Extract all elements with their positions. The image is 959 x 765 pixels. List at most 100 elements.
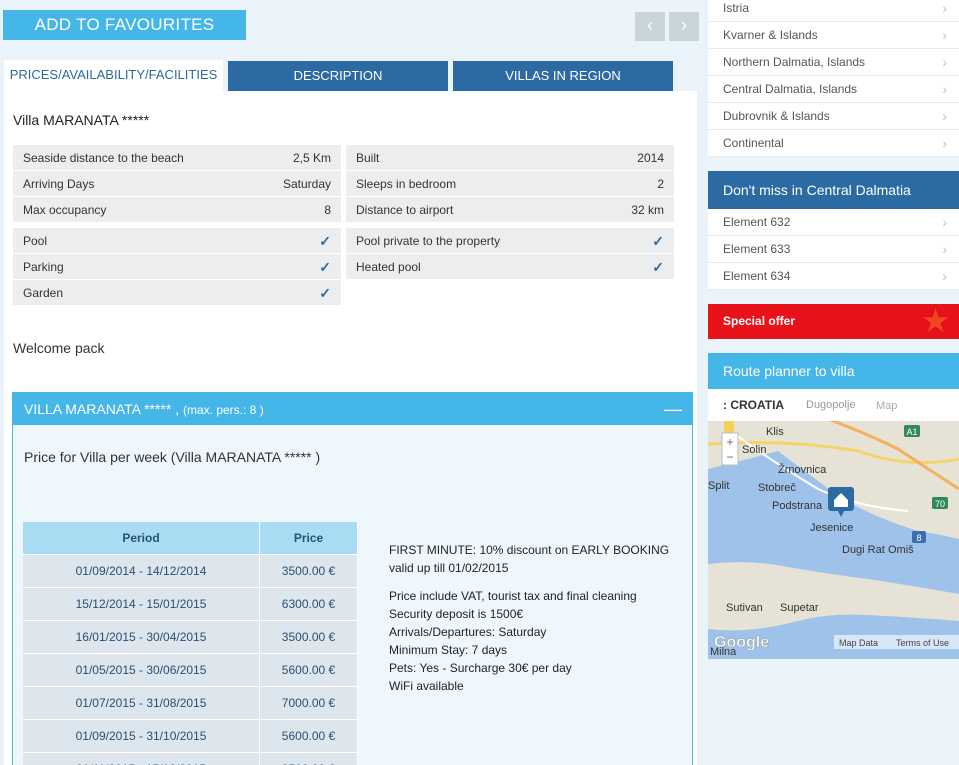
place-label: Solin [742, 444, 766, 456]
dont-miss-item[interactable]: Element 633 › [708, 236, 959, 263]
chevron-right-icon: › [942, 27, 947, 43]
pets-note: Pets: Yes - Surcharge 30€ per day [389, 661, 572, 675]
facilities-right: Pool private to the property ✓ Heated poo… [346, 228, 674, 280]
place-label: Omiš [888, 544, 914, 556]
special-offer-label: Special offer [723, 314, 796, 328]
checkmark-icon: ✓ [652, 259, 664, 275]
google-logo: Google [714, 634, 769, 651]
add-to-favourites-button[interactable]: ADD TO FAVOURITES [3, 10, 246, 40]
info-label: Arriving Days [23, 177, 95, 191]
price-cell: 6300.00 € [259, 586, 358, 620]
price-box-title: VILLA MARANATA ***** , [24, 401, 180, 417]
price-cell: 3500.00 € [259, 751, 358, 765]
region-item[interactable]: Kvarner & Islands › [708, 22, 959, 49]
facility-row: Pool private to the property ✓ [346, 228, 674, 254]
min-stay-note: Minimum Stay: 7 days [389, 643, 508, 657]
region-item[interactable]: Continental › [708, 130, 959, 157]
table-row: 01/09/2015 - 31/10/2015 5600.00 € [23, 718, 358, 752]
facility-label: Heated pool [356, 260, 421, 274]
price-box-header[interactable]: VILLA MARANATA ***** , (max. pers.: 8 ) … [13, 393, 692, 425]
region-label: Dubrovnik & Islands [723, 109, 830, 123]
info-value: 8 [324, 203, 331, 217]
special-offer-banner[interactable]: Special offer ★ [708, 304, 959, 339]
period-cell: 15/12/2014 - 15/01/2015 [23, 586, 260, 620]
map-type-select[interactable]: Map [876, 400, 897, 412]
info-row: Max occupancy 8 [13, 197, 341, 223]
country-label: : CROATIA [723, 398, 784, 412]
info-label: Built [356, 151, 380, 165]
previous-villa-button[interactable]: ‹ [635, 12, 665, 41]
chevron-right-icon: › [681, 15, 687, 35]
period-cell: 01/09/2014 - 14/12/2014 [23, 553, 260, 587]
road-label: A1 [906, 427, 917, 437]
region-item[interactable]: Istria › [708, 0, 959, 22]
welcome-pack-text: Welcome pack [13, 340, 105, 356]
first-minute-note: FIRST MINUTE: 10% discount on EARLY BOOK… [389, 543, 670, 557]
facility-row: Heated pool ✓ [346, 254, 674, 280]
dont-miss-item[interactable]: Element 632 › [708, 209, 959, 236]
zoom-in-button[interactable]: + [726, 435, 733, 449]
table-row: 15/12/2014 - 15/01/2015 6300.00 € [23, 586, 358, 620]
chevron-right-icon: › [942, 135, 947, 151]
region-label: Kvarner & Islands [723, 28, 818, 42]
tab-villas-in-region[interactable]: VILLAS IN REGION [453, 61, 673, 91]
facility-label: Pool private to the property [356, 234, 501, 248]
period-cell: 16/01/2015 - 30/04/2015 [23, 619, 260, 653]
info-row: Built 2014 [346, 145, 674, 171]
price-cell: 3500.00 € [259, 619, 358, 653]
table-row: 01/11/2015 - 15/12/20153500.00 € [23, 751, 358, 765]
terms-of-use-link[interactable]: Terms of Use [896, 638, 949, 648]
info-value: 2 [657, 177, 664, 191]
dont-miss-item[interactable]: Element 634 › [708, 263, 959, 290]
facility-row: Parking ✓ [13, 254, 341, 280]
dont-miss-label: Element 634 [723, 269, 791, 283]
region-label: Istria [723, 1, 750, 15]
period-cell: 01/07/2015 - 31/08/2015 [23, 685, 260, 719]
place-label: Supetar [780, 602, 819, 614]
facility-label: Garden [23, 286, 64, 300]
tab-description[interactable]: DESCRIPTION [228, 61, 448, 91]
region-item[interactable]: Central Dalmatia, Islands › [708, 76, 959, 103]
info-label: Max occupancy [23, 203, 107, 217]
route-map[interactable]: : CROATIA Dugopolje Map + − Klis Solin Ž… [708, 389, 959, 659]
place-label: Stobreč [758, 482, 796, 494]
chevron-right-icon: › [942, 81, 947, 97]
info-row: Seaside distance to the beach 2,5 Km [13, 145, 341, 171]
valid-until-note: valid up till 01/02/2015 [389, 561, 509, 575]
location-select[interactable]: Dugopolje [806, 399, 856, 411]
wifi-note: WiFi available [389, 679, 464, 693]
price-notes: FIRST MINUTE: 10% discount on EARLY BOOK… [389, 541, 669, 695]
region-label: Northern Dalmatia, Islands [723, 55, 866, 69]
map-canvas[interactable]: : CROATIA Dugopolje Map + − Klis Solin Ž… [708, 389, 959, 659]
region-list: Istria › Kvarner & Islands › Northern Dalm… [708, 0, 959, 157]
info-label: Seaside distance to the beach [23, 151, 184, 165]
price-title: Price for Villa per week (Villa MARANATA… [24, 449, 321, 465]
collapse-icon[interactable]: — [664, 393, 682, 425]
region-label: Central Dalmatia, Islands [723, 82, 858, 96]
price-box: VILLA MARANATA ***** , (max. pers.: 8 ) … [12, 392, 693, 765]
region-item[interactable]: Dubrovnik & Islands › [708, 103, 959, 130]
region-item[interactable]: Northern Dalmatia, Islands › [708, 49, 959, 76]
column-header-period: Period [23, 522, 260, 554]
road-label: 8 [916, 533, 921, 543]
table-row: 01/05/2015 - 30/06/2015 5600.00 € [23, 652, 358, 686]
next-villa-button[interactable]: › [669, 12, 699, 41]
dont-miss-header: Don't miss in Central Dalmatia [708, 171, 959, 209]
info-value: 32 km [631, 203, 664, 217]
info-label: Sleeps in bedroom [356, 177, 457, 191]
zoom-out-button[interactable]: − [726, 450, 733, 464]
deposit-note: Security deposit is 1500€ [389, 607, 524, 621]
tab-prices-availability-facilities[interactable]: PRICES/AVAILABILITY/FACILITIES [4, 60, 223, 92]
road-label: 70 [935, 499, 945, 509]
route-planner-header: Route planner to villa [708, 353, 959, 389]
price-cell: 5600.00 € [259, 652, 358, 686]
map-data-link[interactable]: Map Data [839, 638, 878, 648]
place-label: Žrnovnica [778, 463, 827, 476]
place-label: Sutivan [726, 602, 763, 614]
chevron-right-icon: › [942, 0, 947, 16]
vat-note: Price include VAT, tourist tax and final… [389, 589, 637, 603]
arrivals-note: Arrivals/Departures: Saturday [389, 625, 547, 639]
info-value: Saturday [282, 177, 331, 191]
place-label: Jesenice [810, 522, 853, 534]
facility-row: Garden ✓ [13, 280, 341, 306]
